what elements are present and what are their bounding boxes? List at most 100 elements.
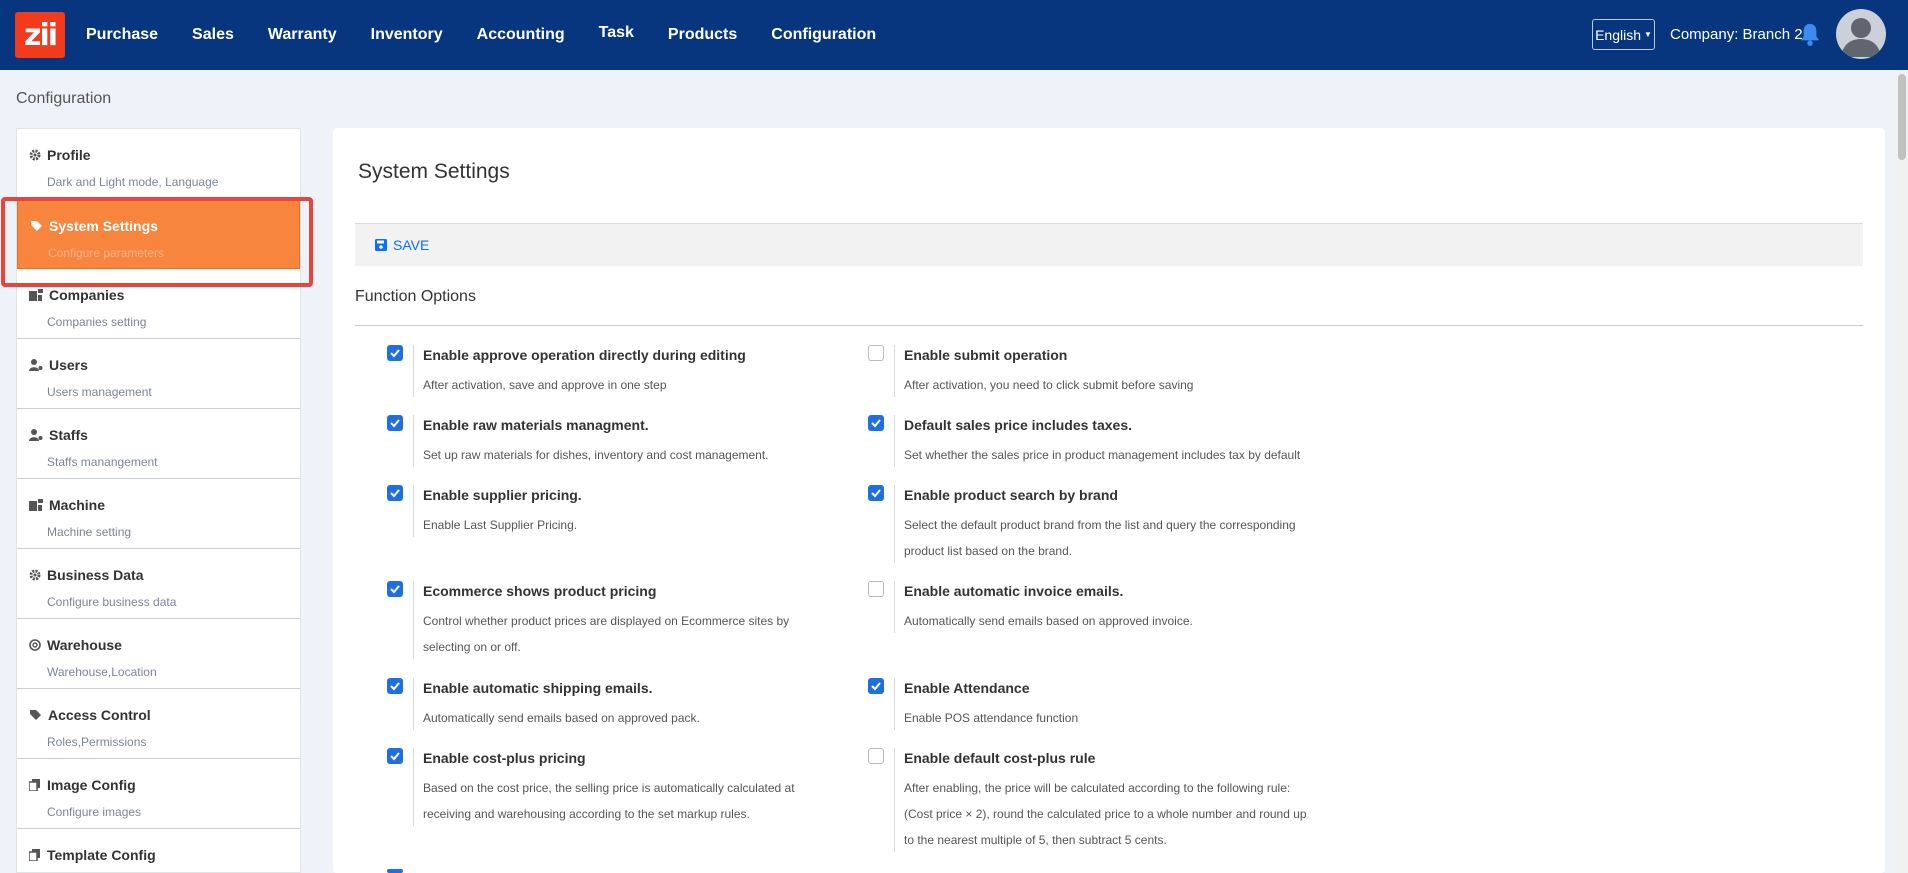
scrollbar-thumb[interactable] (1898, 74, 1906, 160)
option-title: Enable Attendance (904, 680, 1030, 696)
nav-accounting[interactable]: Accounting (477, 26, 565, 44)
sidebar-item-subtitle: Users management (47, 385, 152, 399)
divider (355, 325, 1863, 326)
option-title: Enable submit operation (904, 347, 1068, 363)
check-icon (390, 752, 400, 761)
divider (894, 581, 895, 633)
language-label: English (1595, 26, 1641, 43)
save-button[interactable]: SAVE (375, 237, 429, 253)
option-description: Enable POS attendance function (904, 711, 1079, 725)
divider (894, 345, 895, 397)
page-scrollbar[interactable] (1896, 70, 1908, 873)
checkbox-unchecked[interactable] (868, 581, 884, 597)
user-silhouette-icon (1841, 18, 1881, 57)
copy-icon (29, 849, 40, 861)
sidebar-item-subtitle: Warehouse,Location (47, 665, 157, 679)
nav-inventory[interactable]: Inventory (371, 26, 443, 44)
option-description: Automatically send emails based on appro… (904, 614, 1193, 628)
check-icon (871, 682, 881, 691)
sidebar-item-template-config[interactable]: Template Config (17, 829, 300, 872)
sidebar-item-title: Machine (49, 497, 106, 513)
floppy-disk-icon (375, 239, 387, 251)
sidebar-item-title: Profile (47, 147, 91, 163)
sidebar-item-title: Companies (49, 287, 125, 303)
check-icon (871, 489, 881, 498)
divider (413, 748, 414, 826)
checkbox-unchecked[interactable] (868, 345, 884, 361)
sidebar-item-subtitle: Companies setting (47, 315, 147, 329)
nav-purchase[interactable]: Purchase (86, 26, 158, 44)
sidebar-item-title: Image Config (47, 777, 136, 793)
sidebar-item-title: Warehouse (47, 637, 122, 653)
sidebar-item-subtitle: Configure images (47, 805, 142, 819)
checkbox-checked[interactable] (387, 581, 403, 597)
nav-sales[interactable]: Sales (192, 26, 234, 44)
section-title: Function Options (355, 288, 476, 305)
sidebar-item-access-control[interactable]: Access Control Roles,Permissions (17, 689, 300, 759)
nav-products[interactable]: Products (668, 26, 737, 44)
language-dropdown[interactable]: English ▼ (1592, 19, 1655, 50)
checkbox-checked[interactable] (868, 415, 884, 431)
top-navbar: zii Purchase Sales Warranty Inventory Ac… (0, 0, 1908, 70)
check-icon (390, 489, 400, 498)
sidebar-item-title: Users (49, 357, 88, 373)
sidebar-item-profile[interactable]: Profile Dark and Light mode, Language (17, 129, 300, 199)
sidebar-item-image-config[interactable]: Image Config Configure images (17, 759, 300, 829)
divider (894, 485, 895, 563)
sidebar-item-machine[interactable]: Machine Machine setting (17, 479, 300, 549)
gear-icon (29, 569, 41, 581)
user-gear-icon (29, 429, 43, 441)
option-description: After enabling, the price will be calcul… (904, 781, 1307, 847)
option-description: Set up raw materials for dishes, invento… (423, 448, 769, 462)
option-description: Automatically send emails based on appro… (423, 711, 700, 725)
selection-highlight (1, 197, 313, 287)
lifebuoy-icon (29, 639, 41, 651)
checkbox-checked[interactable] (387, 869, 403, 873)
option-title: Ecommerce shows product pricing (423, 583, 657, 599)
divider (894, 678, 895, 730)
user-gear-icon (29, 359, 43, 371)
sidebar-item-warehouse[interactable]: Warehouse Warehouse,Location (17, 619, 300, 689)
option-title: Enable cost-plus pricing (423, 750, 586, 766)
bell-icon[interactable] (1799, 22, 1821, 46)
checkbox-unchecked[interactable] (868, 748, 884, 764)
sidebar-item-subtitle: Roles,Permissions (47, 735, 147, 749)
toolbar: SAVE (355, 224, 1863, 266)
nav-warranty[interactable]: Warranty (268, 26, 337, 44)
check-icon (390, 419, 400, 428)
user-avatar[interactable] (1836, 9, 1886, 59)
checkbox-checked[interactable] (387, 485, 403, 501)
company-selector[interactable]: Company: Branch 2 (1670, 26, 1803, 43)
sidebar-item-subtitle: Machine setting (47, 525, 132, 539)
sidebar-item-subtitle: Dark and Light mode, Language (47, 175, 219, 189)
option-title: Enable automatic invoice emails. (904, 583, 1124, 599)
option-description: After activation, save and approve in on… (423, 378, 667, 392)
nav-configuration[interactable]: Configuration (771, 26, 876, 44)
sidebar-item-users[interactable]: Users Users management (17, 339, 300, 409)
sidebar-item-business-data[interactable]: Business Data Configure business data (17, 549, 300, 619)
option-description: Based on the cost price, the selling pri… (423, 781, 795, 821)
sidebar-item-title: Template Config (47, 847, 156, 863)
checkbox-checked[interactable] (868, 485, 884, 501)
tag-icon (30, 710, 41, 720)
main-menu: Purchase Sales Warranty Inventory Accoun… (86, 0, 910, 70)
divider (894, 415, 895, 467)
system-settings-panel: System Settings SAVE Function Options En… (333, 128, 1885, 873)
checkbox-checked[interactable] (387, 678, 403, 694)
gear-icon (29, 149, 41, 161)
checkbox-checked[interactable] (387, 415, 403, 431)
app-logo[interactable]: zii (15, 12, 65, 58)
checkbox-checked[interactable] (868, 678, 884, 694)
option-title: Enable raw materials managment. (423, 417, 649, 433)
nav-task[interactable]: Task (599, 24, 634, 42)
sidebar-item-staffs[interactable]: Staffs Staffs manangement (17, 409, 300, 479)
checkbox-checked[interactable] (387, 748, 403, 764)
checkbox-checked[interactable] (387, 345, 403, 361)
building-icon (29, 289, 43, 301)
divider (894, 748, 895, 852)
copy-icon (29, 779, 40, 791)
divider (413, 345, 414, 397)
option-title: Default sales price includes taxes. (904, 417, 1132, 433)
option-title: Enable product search by brand (904, 487, 1118, 503)
check-icon (871, 419, 881, 428)
